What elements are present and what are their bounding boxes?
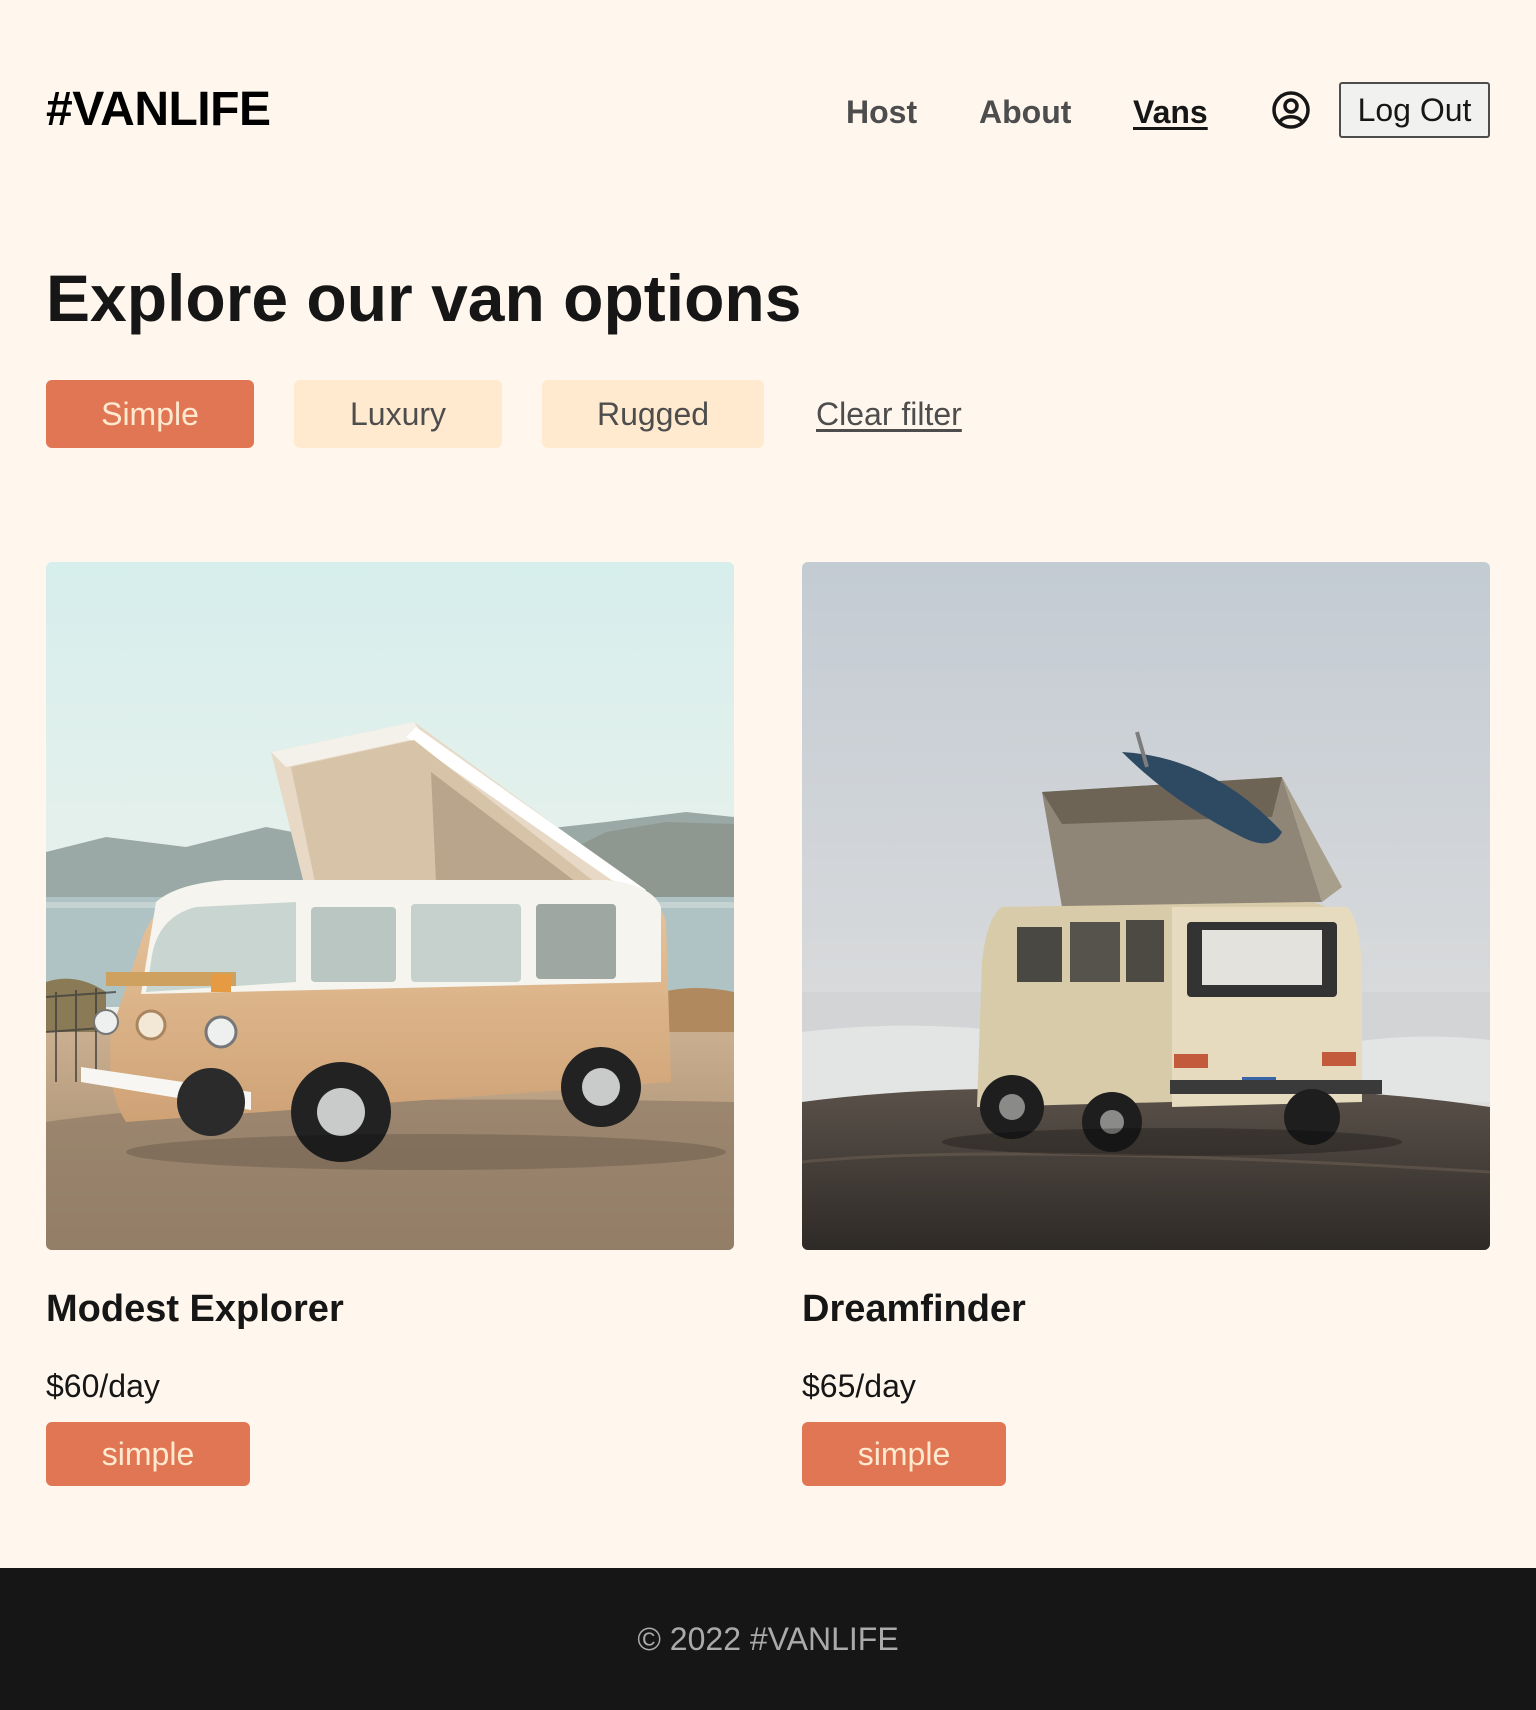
page: #VANLIFE Host About Vans Log Out Explore… <box>0 0 1536 1710</box>
van-price: $65/day <box>802 1368 916 1404</box>
site-logo[interactable]: #VANLIFE <box>46 80 271 140</box>
van-price: $60/day <box>46 1368 160 1404</box>
user-circle-icon[interactable] <box>1271 90 1311 130</box>
van-image[interactable] <box>802 562 1490 1250</box>
van-type-tag[interactable]: simple <box>46 1422 250 1486</box>
van-image[interactable] <box>46 562 734 1250</box>
van-card[interactable]: Modest Explorer $60/day simple <box>46 562 734 1487</box>
filter-luxury-button[interactable]: Luxury <box>294 380 502 448</box>
page-title: Explore our van options <box>46 261 802 335</box>
filter-simple-button[interactable]: Simple <box>46 380 254 448</box>
site-header: #VANLIFE Host About Vans Log Out <box>0 0 1536 220</box>
nav-link-about[interactable]: About <box>979 92 1071 132</box>
van-name[interactable]: Dreamfinder <box>802 1286 1026 1332</box>
van-name[interactable]: Modest Explorer <box>46 1286 344 1332</box>
clear-filter-link[interactable]: Clear filter <box>816 394 962 434</box>
nav-link-vans[interactable]: Vans <box>1133 92 1208 132</box>
van-card[interactable]: Dreamfinder $65/day simple <box>802 562 1490 1487</box>
site-footer: © 2022 #VANLIFE <box>0 1568 1536 1710</box>
van-type-tag[interactable]: simple <box>802 1422 1006 1486</box>
logout-button[interactable]: Log Out <box>1339 82 1490 138</box>
nav-link-host[interactable]: Host <box>846 92 917 132</box>
filter-rugged-button[interactable]: Rugged <box>542 380 764 448</box>
